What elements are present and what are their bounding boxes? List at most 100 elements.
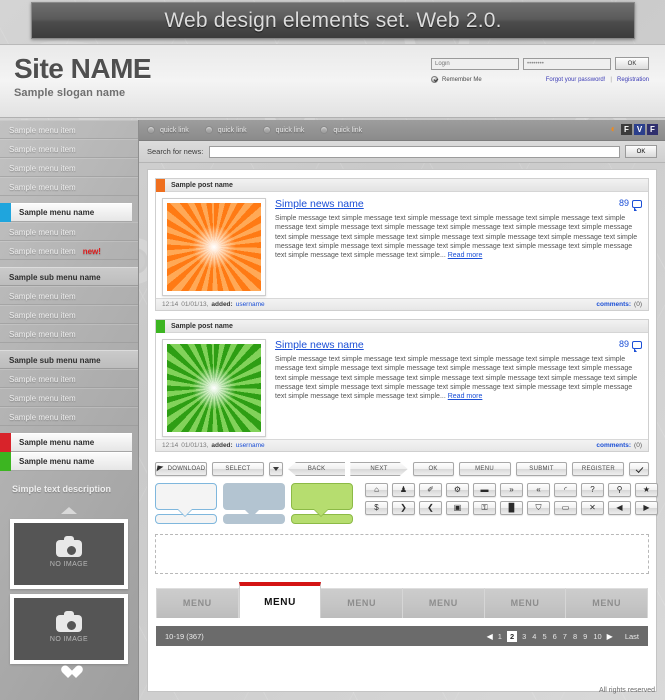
chevron-left-icon[interactable]: ❮ (419, 501, 442, 515)
chevron-right-icon[interactable]: ❯ (392, 501, 415, 515)
forgot-password-link[interactable]: Forgot your password! (546, 77, 606, 83)
sidebar-description: Simple text description (12, 484, 112, 494)
comment-icon[interactable]: ▬ (473, 483, 496, 497)
pagination-last[interactable]: Last (625, 632, 639, 641)
sidebar-item[interactable]: Sample menu item (0, 158, 138, 177)
search-icon[interactable]: ⚲ (608, 483, 631, 497)
sidebar-image-placeholder[interactable]: NO IMAGE (10, 594, 128, 664)
chart-icon[interactable]: █ (500, 501, 523, 515)
pagination-page-2[interactable]: 2 (506, 630, 518, 642)
post-title-link[interactable]: Simple news name (275, 198, 364, 210)
tab-menu-6[interactable]: MENU (566, 588, 649, 618)
tab-menu-3[interactable]: MENU (321, 588, 404, 618)
arrow-right-icon[interactable]: ▶ (635, 501, 658, 515)
pagination-page-8[interactable]: 8 (572, 632, 578, 641)
post-accent-square (156, 178, 165, 192)
pagination-page-3[interactable]: 3 (521, 632, 527, 641)
search-ok-button[interactable]: OK (625, 145, 657, 158)
read-more-link[interactable]: Read more (448, 393, 483, 400)
chevron-double-up-icon[interactable]: « (527, 483, 550, 497)
star-icon[interactable]: ★ (635, 483, 658, 497)
sidebar-item[interactable]: Sample menu item (0, 388, 138, 407)
quick-link[interactable]: quick link (262, 126, 304, 134)
submit-button[interactable]: SUBMIT (515, 462, 568, 476)
save-icon[interactable]: ▣ (446, 501, 469, 515)
download-button[interactable]: DOWNLOAD (155, 462, 207, 476)
chevron-down-icon[interactable] (268, 462, 283, 476)
user-icon[interactable]: ♟ (392, 483, 415, 497)
rss-icon[interactable]: ◜ (554, 483, 577, 497)
sidebar-item[interactable]: Sample menu item (0, 139, 138, 158)
chevron-up-icon[interactable] (61, 507, 77, 514)
dollar-icon[interactable]: $ (365, 501, 388, 515)
flickr-icon[interactable]: F (647, 124, 658, 135)
quick-link[interactable]: quick link (320, 126, 362, 134)
help-icon[interactable]: ? (581, 483, 604, 497)
sidebar-item[interactable]: Sample menu item (0, 407, 138, 426)
password-input[interactable] (523, 57, 611, 70)
tab-menu-1[interactable]: MENU (156, 588, 239, 618)
sidebar-item[interactable]: Sample menu item (0, 324, 138, 343)
tab-menu-4[interactable]: MENU (403, 588, 485, 618)
login-ok-button[interactable]: OK (615, 57, 649, 70)
login-input[interactable] (431, 57, 519, 70)
post-username[interactable]: username (236, 301, 265, 308)
sidebar-item[interactable]: Sample menu item (0, 120, 138, 139)
chevron-double-down-icon[interactable]: » (500, 483, 523, 497)
pagination-page-7[interactable]: 7 (562, 632, 568, 641)
select-dropdown[interactable]: SELECT (211, 462, 264, 476)
home-icon[interactable]: ⌂ (365, 483, 388, 497)
cart-icon[interactable]: ⛉ (527, 501, 550, 515)
quick-link[interactable]: quick link (147, 126, 189, 134)
registration-link[interactable]: Registration (617, 77, 649, 83)
rss-icon[interactable]: ◐ (608, 124, 619, 135)
heart-icon[interactable] (62, 666, 76, 679)
tab-menu-2[interactable]: MENU (238, 582, 322, 618)
close-icon[interactable]: ✕ (581, 501, 604, 515)
search-input[interactable] (209, 145, 620, 158)
register-button[interactable]: REGISTER (572, 462, 625, 476)
gear-icon[interactable]: ⚙ (446, 483, 469, 497)
pagination-page-4[interactable]: 4 (531, 632, 537, 641)
pagination-prev[interactable]: ◀ (487, 632, 493, 641)
sidebar-item-red[interactable]: Sample menu name (0, 433, 132, 452)
arrow-left-icon[interactable]: ◀ (608, 501, 631, 515)
sidebar-image-placeholder[interactable]: NO IMAGE (10, 519, 128, 589)
sidebar-item[interactable]: Sample menu item (0, 177, 138, 196)
speech-bubble-blue[interactable] (223, 483, 285, 517)
back-button[interactable]: BACK (287, 462, 346, 476)
sidebar-item[interactable]: Sample menu item (0, 305, 138, 324)
ok-button[interactable]: OK (412, 462, 454, 476)
remember-me-checkbox[interactable] (431, 76, 438, 83)
lock-icon[interactable]: ⚿ (473, 501, 496, 515)
post-username[interactable]: username (236, 442, 265, 449)
post-thumbnail[interactable] (162, 198, 266, 296)
post-title-link[interactable]: Simple news name (275, 339, 364, 351)
quick-link[interactable]: quick link (204, 126, 247, 134)
read-more-link[interactable]: Read more (448, 252, 483, 259)
tab-menu-5[interactable]: MENU (484, 588, 567, 618)
next-button[interactable]: NEXT (350, 462, 407, 476)
speech-bubble-green[interactable] (291, 483, 353, 510)
sidebar-item-green[interactable]: Sample menu name (0, 452, 132, 471)
pagination-next[interactable]: ▶ (607, 632, 613, 641)
pagination-page-5[interactable]: 5 (541, 632, 547, 641)
check-button[interactable] (629, 462, 650, 476)
sidebar-item[interactable]: Sample menu item (0, 369, 138, 388)
pagination-page-6[interactable]: 6 (552, 632, 558, 641)
facebook-icon[interactable]: F (621, 124, 632, 135)
pen-icon[interactable]: ✐ (419, 483, 442, 497)
sidebar-item[interactable]: Sample menu item (0, 222, 138, 241)
sidebar-item-active[interactable]: Sample menu name (0, 203, 132, 222)
pagination-page-9[interactable]: 9 (582, 632, 588, 641)
post-thumbnail[interactable] (162, 339, 266, 437)
vkontakte-icon[interactable]: V (634, 124, 645, 135)
pagination-page-1[interactable]: 1 (497, 632, 503, 641)
speech-bubble-white[interactable] (155, 483, 217, 510)
camera-icon[interactable]: ▭ (554, 501, 577, 515)
sidebar-item-new[interactable]: Sample menu item (0, 241, 138, 260)
pagination-page-10[interactable]: 10 (592, 632, 602, 641)
menu-button[interactable]: MENU (458, 462, 511, 476)
sidebar-item[interactable]: Sample menu item (0, 286, 138, 305)
site-logo[interactable]: Site NAME Sample slogan name (14, 53, 152, 99)
